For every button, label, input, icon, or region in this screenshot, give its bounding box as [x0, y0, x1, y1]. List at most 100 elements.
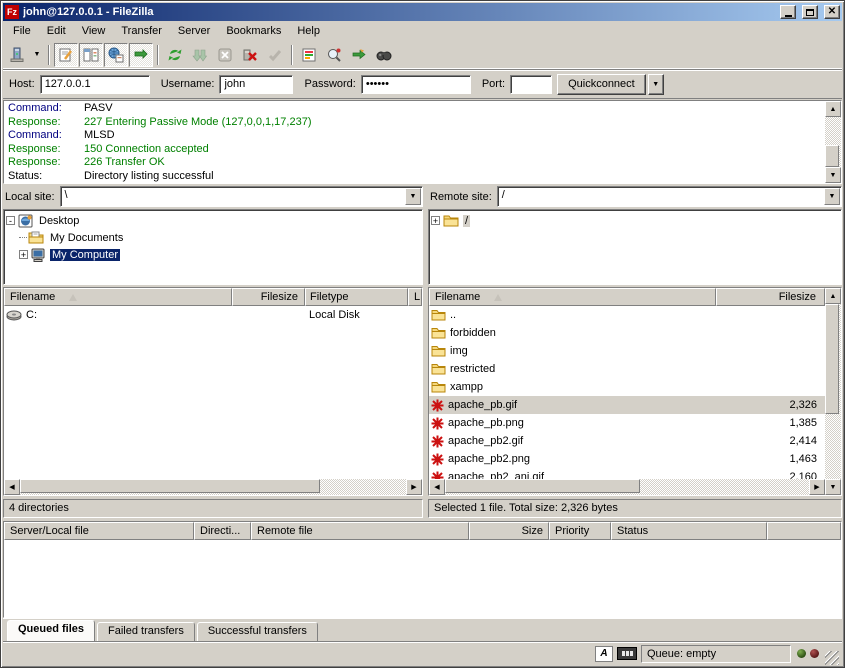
- chevron-down-icon: ▼: [652, 81, 659, 88]
- file-row-selected[interactable]: apache_pb.gif 2,326: [429, 396, 825, 414]
- scroll-left-button[interactable]: ◀: [429, 479, 445, 495]
- column-header-direction[interactable]: Directi...: [194, 522, 251, 540]
- file-row[interactable]: restricted: [429, 360, 825, 378]
- scroll-thumb[interactable]: [445, 479, 640, 493]
- scroll-right-button[interactable]: ▶: [406, 479, 422, 495]
- column-header-server-local-file[interactable]: Server/Local file: [4, 522, 194, 540]
- port-input[interactable]: [510, 75, 552, 94]
- minimize-button[interactable]: [780, 5, 796, 19]
- scroll-thumb[interactable]: [20, 479, 320, 493]
- scroll-track[interactable]: [825, 117, 841, 167]
- column-header-size[interactable]: Size: [469, 522, 549, 540]
- expand-expander[interactable]: +: [19, 250, 28, 259]
- filter-button[interactable]: [297, 43, 321, 67]
- tree-item-my-documents[interactable]: My Documents: [6, 229, 420, 246]
- data-type-indicator-icon[interactable]: A: [595, 646, 613, 662]
- maximize-button[interactable]: [802, 5, 818, 19]
- remote-list-body[interactable]: .. forbidden img restricted: [429, 306, 825, 479]
- scroll-down-button[interactable]: ▼: [825, 167, 841, 183]
- menu-bookmarks[interactable]: Bookmarks: [218, 23, 289, 39]
- column-header-priority[interactable]: Priority: [549, 522, 611, 540]
- quickconnect-button[interactable]: Quickconnect: [557, 74, 646, 95]
- password-input[interactable]: [361, 75, 471, 94]
- directory-comparison-button[interactable]: [372, 43, 396, 67]
- file-row[interactable]: apache_pb2_ani.gif 2,160: [429, 468, 825, 479]
- scroll-track[interactable]: [825, 304, 841, 479]
- resize-grip[interactable]: [825, 651, 839, 665]
- disconnect-button[interactable]: [238, 43, 262, 67]
- file-row[interactable]: img: [429, 342, 825, 360]
- toggle-message-log-button[interactable]: [54, 43, 78, 67]
- site-manager-button[interactable]: [5, 43, 29, 67]
- expand-expander[interactable]: +: [431, 216, 440, 225]
- message-log-body[interactable]: Command:PASV Response:227 Entering Passi…: [4, 101, 825, 183]
- quickconnect-dropdown[interactable]: ▼: [648, 74, 664, 95]
- synchronized-browsing-button[interactable]: [347, 43, 371, 67]
- remote-site-combobox[interactable]: / ▼: [497, 186, 842, 207]
- menu-transfer[interactable]: Transfer: [113, 23, 170, 39]
- reconnect-button[interactable]: [263, 43, 287, 67]
- tree-item-label: My Computer: [50, 249, 120, 261]
- local-site-dropdown[interactable]: ▼: [405, 188, 421, 205]
- queue-header: Server/Local file Directi... Remote file…: [4, 522, 841, 540]
- toggle-local-tree-button[interactable]: [79, 43, 103, 67]
- column-header-remote-file[interactable]: Remote file: [251, 522, 469, 540]
- cancel-button[interactable]: [213, 43, 237, 67]
- tab-queued-files[interactable]: Queued files: [7, 620, 95, 641]
- column-header-filesize[interactable]: Filesize: [716, 288, 825, 306]
- process-queue-button[interactable]: [188, 43, 212, 67]
- menu-edit[interactable]: Edit: [39, 23, 74, 39]
- file-row[interactable]: apache_pb2.png 1,463: [429, 450, 825, 468]
- column-header-filesize[interactable]: Filesize: [232, 288, 305, 306]
- file-row-c-drive[interactable]: C: Local Disk: [4, 306, 422, 324]
- local-tree[interactable]: - Desktop My Documents + My Computer: [3, 209, 423, 285]
- close-button[interactable]: ✕: [824, 5, 840, 19]
- column-header-filetype[interactable]: Filetype: [305, 288, 408, 306]
- menu-help[interactable]: Help: [289, 23, 328, 39]
- collapse-expander[interactable]: -: [6, 216, 15, 225]
- scroll-up-button[interactable]: ▲: [825, 288, 841, 304]
- title-bar[interactable]: Fz john@127.0.0.1 - FileZilla ✕: [3, 3, 842, 21]
- menu-view[interactable]: View: [74, 23, 114, 39]
- file-row[interactable]: apache_pb2.gif 2,414: [429, 432, 825, 450]
- local-site-combobox[interactable]: \ ▼: [60, 186, 423, 207]
- column-header-last-modified[interactable]: L: [408, 288, 422, 306]
- tree-item-desktop[interactable]: - Desktop: [6, 212, 420, 229]
- scroll-thumb[interactable]: [825, 145, 839, 167]
- file-search-button[interactable]: [322, 43, 346, 67]
- menu-server[interactable]: Server: [170, 23, 218, 39]
- scroll-right-button[interactable]: ▶: [809, 479, 825, 495]
- toggle-remote-tree-button[interactable]: [104, 43, 128, 67]
- tree-item-root[interactable]: + /: [431, 212, 839, 229]
- file-row[interactable]: ..: [429, 306, 825, 324]
- log-line: Response:226 Transfer OK: [8, 156, 825, 170]
- local-list-body[interactable]: C: Local Disk: [4, 306, 422, 479]
- scroll-thumb[interactable]: [825, 304, 839, 414]
- scroll-track[interactable]: [20, 479, 406, 495]
- tab-failed-transfers[interactable]: Failed transfers: [97, 622, 195, 641]
- queue-list-body[interactable]: [4, 540, 841, 617]
- scroll-down-button[interactable]: ▼: [825, 479, 841, 495]
- tree-item-my-computer[interactable]: + My Computer: [6, 246, 420, 263]
- menu-file[interactable]: File: [5, 23, 39, 39]
- refresh-button[interactable]: [163, 43, 187, 67]
- folder-icon: [443, 214, 459, 227]
- disk-drive-icon: [6, 309, 22, 321]
- file-row[interactable]: apache_pb.png 1,385: [429, 414, 825, 432]
- remote-site-dropdown[interactable]: ▼: [824, 188, 840, 205]
- tab-successful-transfers[interactable]: Successful transfers: [197, 622, 318, 641]
- column-header-filename[interactable]: Filename: [4, 288, 232, 306]
- username-input[interactable]: [219, 75, 293, 94]
- scroll-left-button[interactable]: ◀: [4, 479, 20, 495]
- speed-limit-icon[interactable]: [617, 647, 637, 660]
- column-header-status[interactable]: Status: [611, 522, 767, 540]
- remote-tree[interactable]: + /: [428, 209, 842, 285]
- toggle-transfer-queue-button[interactable]: [129, 43, 153, 67]
- file-row[interactable]: forbidden: [429, 324, 825, 342]
- scroll-track[interactable]: [445, 479, 809, 495]
- scroll-up-button[interactable]: ▲: [825, 101, 841, 117]
- host-input[interactable]: [40, 75, 150, 94]
- column-header-filename[interactable]: Filename: [429, 288, 716, 306]
- site-manager-dropdown[interactable]: ▼: [30, 43, 44, 67]
- file-row[interactable]: xampp: [429, 378, 825, 396]
